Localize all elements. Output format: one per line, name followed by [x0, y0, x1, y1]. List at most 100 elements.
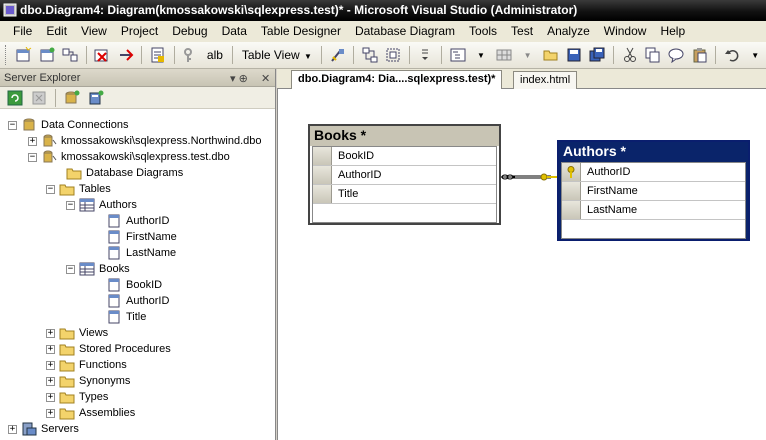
- add-table-button[interactable]: [36, 44, 57, 66]
- tab-index-html[interactable]: index.html: [513, 71, 578, 89]
- row-selector[interactable]: [562, 201, 581, 219]
- menu-file[interactable]: File: [6, 22, 39, 41]
- tab-diagram4[interactable]: dbo.Diagram4: Dia....sqlexpress.test)*: [291, 70, 503, 90]
- column-name: Title: [338, 188, 359, 200]
- collapse-icon[interactable]: −: [8, 120, 17, 130]
- refresh-button[interactable]: [4, 87, 26, 109]
- grid-button[interactable]: [494, 44, 515, 66]
- expand-icon[interactable]: +: [46, 376, 55, 386]
- stop-refresh-button[interactable]: [28, 87, 50, 109]
- arrange-selection-button[interactable]: [383, 44, 404, 66]
- set-primary-key-button[interactable]: [180, 44, 201, 66]
- expand-icon[interactable]: +: [28, 136, 37, 146]
- collapse-icon[interactable]: −: [66, 200, 75, 210]
- chevron-down-button[interactable]: ▼: [470, 44, 491, 66]
- expand-icon[interactable]: +: [46, 408, 55, 418]
- menu-table-designer[interactable]: Table Designer: [254, 22, 348, 41]
- close-icon[interactable]: ✕: [261, 70, 270, 88]
- open-folder-button[interactable]: [540, 44, 561, 66]
- tree-node-synonyms[interactable]: + Synonyms: [46, 373, 130, 389]
- remove-from-diagram-button[interactable]: [115, 44, 136, 66]
- tree-node-tables[interactable]: − Tables: [46, 181, 111, 197]
- menu-data[interactable]: Data: [215, 22, 254, 41]
- expand-icon[interactable]: +: [46, 360, 55, 370]
- connect-database-button[interactable]: [61, 87, 83, 109]
- menu-view[interactable]: View: [74, 22, 114, 41]
- collapse-icon[interactable]: −: [66, 264, 75, 274]
- tree-node-authors-table[interactable]: − Authors: [66, 197, 137, 213]
- tree-node-books-table[interactable]: − Books: [66, 261, 130, 277]
- tree-node-servers[interactable]: + Servers: [8, 421, 79, 437]
- diagram-table-title[interactable]: Books *: [310, 126, 499, 146]
- toolbar-options-button[interactable]: [415, 44, 436, 66]
- generate-script-button[interactable]: [147, 44, 168, 66]
- relationship-line[interactable]: [501, 167, 561, 187]
- tree-node-database-diagrams[interactable]: Database Diagrams: [66, 165, 183, 181]
- cut-button[interactable]: [619, 44, 640, 66]
- tree-node-test-connection[interactable]: − kmossakowski\sqlexpress.test.dbo: [28, 149, 230, 165]
- comment-button[interactable]: [666, 44, 687, 66]
- diagram-column-row[interactable]: AuthorID: [562, 163, 745, 182]
- paste-button[interactable]: [689, 44, 710, 66]
- solution-explorer-button[interactable]: [447, 44, 468, 66]
- row-selector[interactable]: [562, 182, 581, 200]
- tree-node-column-authorid-books[interactable]: AuthorID: [106, 293, 169, 309]
- menu-test[interactable]: Test: [504, 22, 540, 41]
- tree-node-stored-procedures[interactable]: + Stored Procedures: [46, 341, 171, 357]
- tree-node-functions[interactable]: + Functions: [46, 357, 127, 373]
- tree-node-column-lastname[interactable]: LastName: [106, 245, 176, 261]
- tree-node-column-bookid[interactable]: BookID: [106, 277, 162, 293]
- undo-dropdown[interactable]: ▼: [745, 44, 766, 66]
- alb-button[interactable]: alb: [203, 44, 227, 66]
- diagram-table-authors[interactable]: Authors * AuthorID FirstName LastName: [557, 140, 750, 241]
- connect-server-button[interactable]: [85, 87, 107, 109]
- menu-debug[interactable]: Debug: [165, 22, 214, 41]
- diagram-table-books[interactable]: Books * BookID AuthorID Title: [308, 124, 501, 225]
- tree-node-views[interactable]: + Views: [46, 325, 108, 341]
- menu-help[interactable]: Help: [653, 22, 692, 41]
- diagram-column-row[interactable]: FirstName: [562, 182, 745, 201]
- diagram-column-row[interactable]: Title: [313, 185, 496, 204]
- pin-icon[interactable]: ▾ ⊕: [230, 70, 248, 88]
- diagram-column-row[interactable]: LastName: [562, 201, 745, 220]
- new-table-button[interactable]: [13, 44, 34, 66]
- delete-table-button[interactable]: [92, 44, 113, 66]
- row-selector[interactable]: [313, 166, 332, 184]
- toolbar-grip[interactable]: [5, 45, 9, 65]
- arrange-tables-button[interactable]: [359, 44, 380, 66]
- tree-node-column-firstname[interactable]: FirstName: [106, 229, 177, 245]
- menu-analyze[interactable]: Analyze: [540, 22, 597, 41]
- tree-node-types[interactable]: + Types: [46, 389, 108, 405]
- menu-window[interactable]: Window: [597, 22, 654, 41]
- menu-project[interactable]: Project: [114, 22, 165, 41]
- row-selector[interactable]: [562, 163, 581, 181]
- row-selector[interactable]: [313, 185, 332, 203]
- collapse-icon[interactable]: −: [46, 184, 55, 194]
- add-related-tables-button[interactable]: [60, 44, 81, 66]
- expand-icon[interactable]: +: [8, 424, 17, 434]
- row-selector[interactable]: [313, 147, 332, 165]
- tree-node-column-title[interactable]: Title: [106, 309, 146, 325]
- menu-database-diagram[interactable]: Database Diagram: [348, 22, 462, 41]
- table-view-dropdown[interactable]: Table View ▼: [238, 44, 316, 66]
- autosize-table-button[interactable]: [327, 44, 348, 66]
- diagram-column-row[interactable]: AuthorID: [313, 166, 496, 185]
- save-all-button[interactable]: [587, 44, 608, 66]
- diagram-column-row[interactable]: BookID: [313, 147, 496, 166]
- menu-tools[interactable]: Tools: [462, 22, 504, 41]
- menu-edit[interactable]: Edit: [39, 22, 74, 41]
- expand-icon[interactable]: +: [46, 328, 55, 338]
- expand-icon[interactable]: +: [46, 392, 55, 402]
- undo-button[interactable]: [721, 44, 742, 66]
- copy-button[interactable]: [642, 44, 663, 66]
- chevron-down-button-2[interactable]: ▼: [517, 44, 538, 66]
- expand-icon[interactable]: +: [46, 344, 55, 354]
- tree-node-data-connections[interactable]: − Data Connections: [8, 117, 128, 133]
- collapse-icon[interactable]: −: [28, 152, 37, 162]
- tree-node-column-authorid[interactable]: AuthorID: [106, 213, 169, 229]
- tree-node-assemblies[interactable]: + Assemblies: [46, 405, 135, 421]
- diagram-canvas[interactable]: Books * BookID AuthorID Title Authors * …: [277, 89, 766, 440]
- save-button[interactable]: [564, 44, 585, 66]
- diagram-table-title[interactable]: Authors *: [559, 142, 748, 162]
- tree-node-northwind-connection[interactable]: + kmossakowski\sqlexpress.Northwind.dbo: [28, 133, 262, 149]
